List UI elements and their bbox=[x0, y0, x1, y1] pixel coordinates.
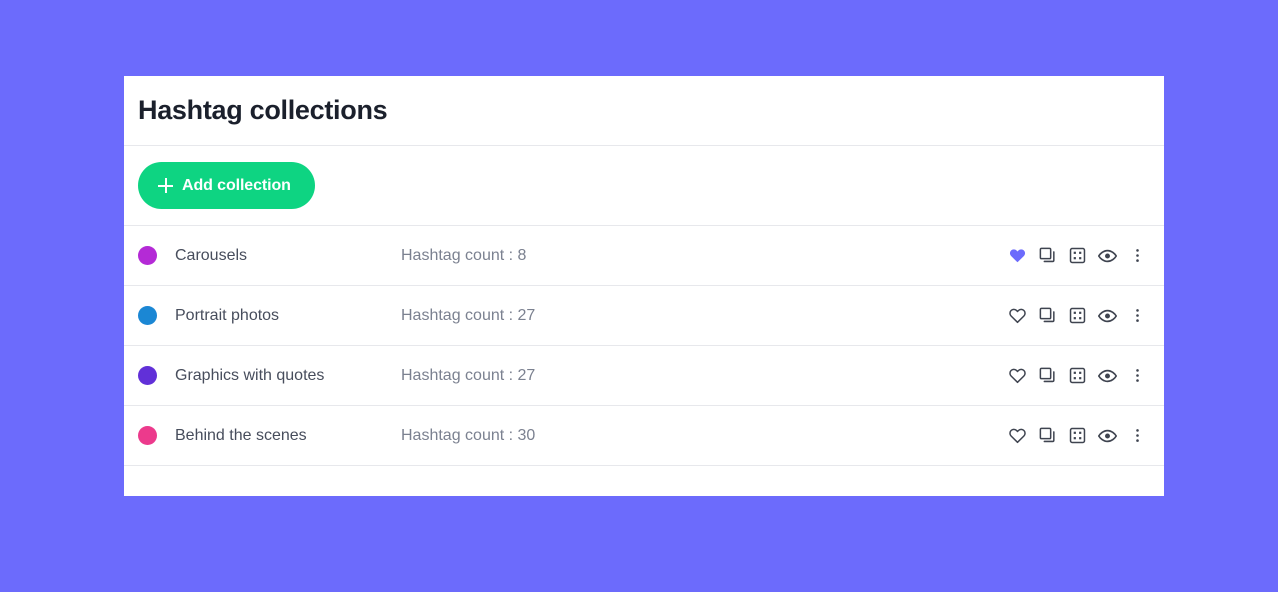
eye-icon[interactable] bbox=[1098, 366, 1117, 385]
table-row[interactable]: Portrait photos Hashtag count : 27 bbox=[124, 286, 1164, 346]
grid-dots-icon[interactable] bbox=[1068, 366, 1087, 385]
eye-icon[interactable] bbox=[1098, 246, 1117, 265]
copy-icon[interactable] bbox=[1038, 426, 1057, 445]
card-footer bbox=[124, 466, 1164, 496]
plus-icon bbox=[158, 178, 173, 193]
add-collection-button[interactable]: Add collection bbox=[138, 162, 315, 209]
page-title: Hashtag collections bbox=[138, 95, 388, 125]
row-actions bbox=[1008, 366, 1150, 385]
hashtag-collections-card: Hashtag collections Add collection Carou… bbox=[124, 76, 1164, 496]
more-vertical-icon[interactable] bbox=[1128, 306, 1147, 325]
more-vertical-icon[interactable] bbox=[1128, 366, 1147, 385]
row-actions bbox=[1008, 426, 1150, 445]
table-row[interactable]: Graphics with quotes Hashtag count : 27 bbox=[124, 346, 1164, 406]
card-toolbar: Add collection bbox=[124, 146, 1164, 226]
copy-icon[interactable] bbox=[1038, 306, 1057, 325]
row-actions bbox=[1008, 306, 1150, 325]
grid-dots-icon[interactable] bbox=[1068, 306, 1087, 325]
collection-name: Portrait photos bbox=[175, 306, 280, 324]
collection-color-dot bbox=[138, 306, 157, 325]
collection-name: Behind the scenes bbox=[175, 426, 307, 444]
eye-icon[interactable] bbox=[1098, 306, 1117, 325]
collections-list: Carousels Hashtag count : 8 Portrait photo… bbox=[124, 226, 1164, 466]
copy-icon[interactable] bbox=[1038, 366, 1057, 385]
favorite-heart-icon[interactable] bbox=[1008, 246, 1027, 265]
collection-name: Carousels bbox=[175, 246, 248, 264]
row-actions bbox=[1008, 246, 1150, 265]
table-row[interactable]: Behind the scenes Hashtag count : 30 bbox=[124, 406, 1164, 466]
card-header: Hashtag collections bbox=[124, 76, 1164, 146]
collection-color-dot bbox=[138, 366, 157, 385]
favorite-heart-icon[interactable] bbox=[1008, 426, 1027, 445]
table-row[interactable]: Carousels Hashtag count : 8 bbox=[124, 226, 1164, 286]
hashtag-count-label: Hashtag count : 27 bbox=[401, 366, 536, 384]
hashtag-count-label: Hashtag count : 30 bbox=[401, 426, 536, 444]
copy-icon[interactable] bbox=[1038, 246, 1057, 265]
collection-color-dot bbox=[138, 426, 157, 445]
collection-name: Graphics with quotes bbox=[175, 366, 325, 384]
hashtag-count-label: Hashtag count : 8 bbox=[401, 246, 527, 264]
favorite-heart-icon[interactable] bbox=[1008, 366, 1027, 385]
more-vertical-icon[interactable] bbox=[1128, 426, 1147, 445]
favorite-heart-icon[interactable] bbox=[1008, 306, 1027, 325]
grid-dots-icon[interactable] bbox=[1068, 246, 1087, 265]
hashtag-count-label: Hashtag count : 27 bbox=[401, 306, 536, 324]
eye-icon[interactable] bbox=[1098, 426, 1117, 445]
more-vertical-icon[interactable] bbox=[1128, 246, 1147, 265]
grid-dots-icon[interactable] bbox=[1068, 426, 1087, 445]
collection-color-dot bbox=[138, 246, 157, 265]
add-collection-label: Add collection bbox=[182, 176, 291, 194]
